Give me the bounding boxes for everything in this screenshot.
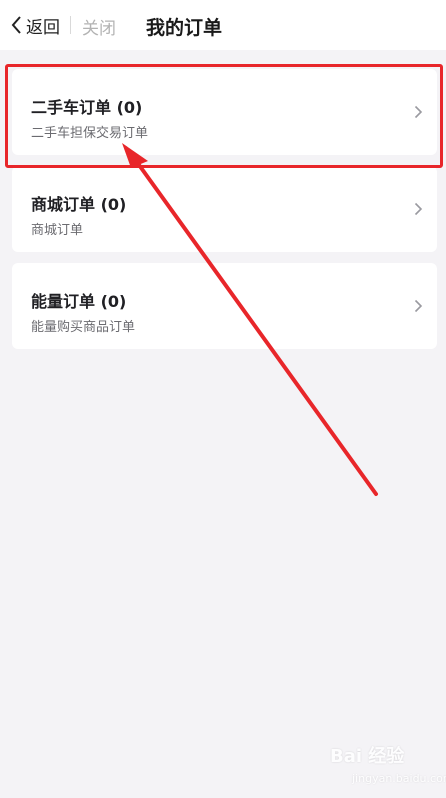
page-title: 我的订单: [146, 17, 223, 39]
nav-divider: [70, 16, 71, 34]
chevron-right-icon: [414, 299, 423, 313]
order-card-title: 商城订单 (0): [31, 195, 127, 214]
back-label: 返回: [26, 17, 60, 38]
order-card-subtitle: 二手车担保交易订单: [31, 126, 149, 141]
order-card-title: 二手车订单 (0): [31, 98, 143, 117]
order-card-subtitle: 商城订单: [31, 223, 84, 238]
chevron-right-icon: [414, 202, 423, 216]
close-button[interactable]: 关闭: [82, 14, 116, 39]
chevron-right-icon: [414, 105, 423, 119]
watermark-url: jingyan.baidu.com: [352, 772, 446, 785]
navigation-bar: 返回 关闭 我的订单: [0, 0, 446, 50]
order-card-used-car[interactable]: 二手车订单 (0) 二手车担保交易订单: [12, 69, 437, 155]
order-card-mall[interactable]: 商城订单 (0) 商城订单: [12, 166, 437, 252]
order-card-energy[interactable]: 能量订单 (0) 能量购买商品订单: [12, 263, 437, 349]
watermark-logo: Bai 经验: [330, 746, 405, 767]
order-card-title: 能量订单 (0): [31, 292, 127, 311]
back-button[interactable]: 返回: [10, 11, 60, 39]
chevron-left-icon: [11, 16, 21, 34]
order-card-subtitle: 能量购买商品订单: [31, 320, 136, 335]
